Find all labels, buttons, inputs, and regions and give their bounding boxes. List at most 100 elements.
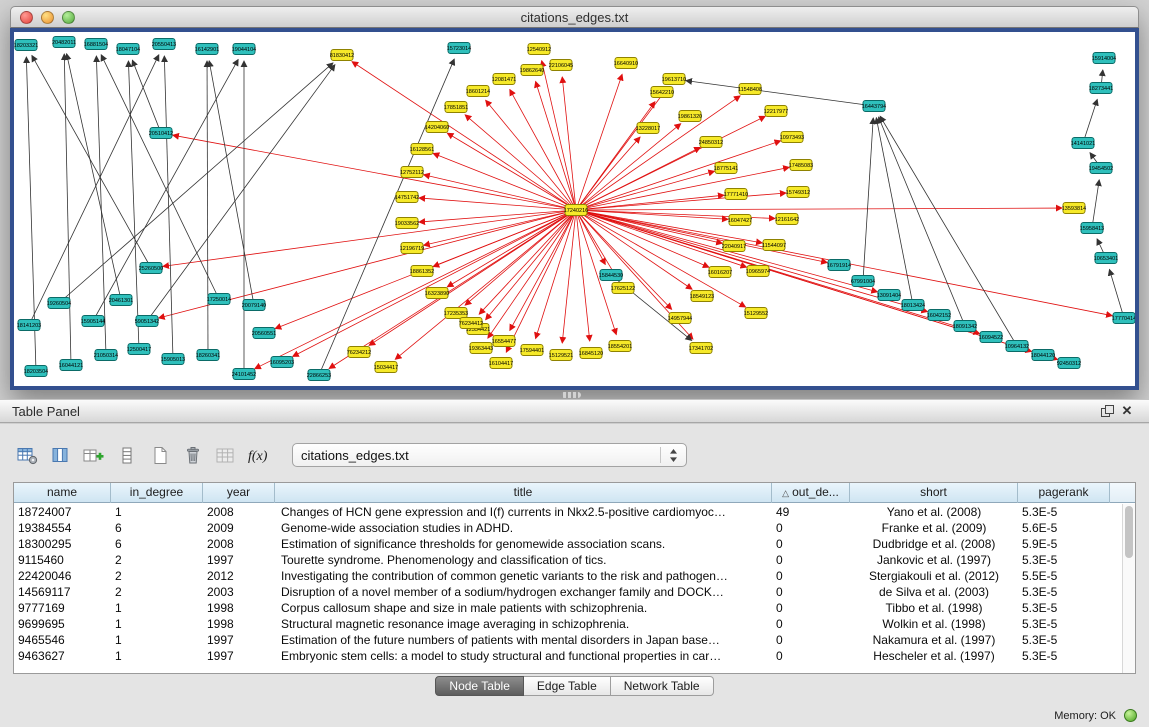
graph-node[interactable]: 19363443	[469, 343, 493, 354]
graph-node[interactable]: 20079140	[242, 300, 266, 311]
graph-node[interactable]: 13091404	[877, 290, 901, 301]
graph-node[interactable]: 17485083	[789, 160, 813, 171]
graph-node[interactable]: 76234212	[347, 347, 371, 358]
graph-node[interactable]: 12540912	[527, 44, 551, 55]
graph-node[interactable]: 17851851	[444, 102, 468, 113]
table-row[interactable]: 946554611997Estimation of the future num…	[14, 632, 1135, 648]
graph-node[interactable]: 16791914	[827, 260, 851, 271]
graph-node[interactable]: 18203321	[14, 40, 38, 51]
graph-node[interactable]: 15844530	[599, 270, 623, 281]
network-canvas[interactable]: 17240216 22106045 19862640 1208147118601214…	[14, 32, 1135, 386]
graph-node[interactable]: 16881504	[84, 39, 108, 50]
graph-node[interactable]: 18013424	[901, 300, 925, 311]
graph-node[interactable]: 22106045	[549, 60, 573, 71]
graph-node[interactable]: 20461301	[109, 295, 133, 306]
column-settings-icon[interactable]	[14, 442, 41, 469]
graph-node[interactable]: 16443794	[862, 101, 886, 112]
graph-node[interactable]: 18273441	[1089, 83, 1113, 94]
graph-node[interactable]: 18601214	[466, 86, 490, 97]
graph-node[interactable]: 14751742	[395, 192, 419, 203]
graph-node[interactable]: 15958413	[1080, 223, 1104, 234]
rows-icon[interactable]	[113, 442, 140, 469]
graph-node[interactable]: 18554201	[608, 341, 632, 352]
graph-node[interactable]: 21050314	[94, 350, 118, 361]
table-disabled-icon[interactable]	[212, 442, 239, 469]
graph-node[interactable]: 17240216	[564, 205, 588, 216]
column-header-year[interactable]: year	[203, 483, 275, 503]
graph-node[interactable]: 19862640	[520, 65, 544, 76]
table-row[interactable]: 911546021997Tourette syndrome. Phenomeno…	[14, 552, 1135, 568]
function-icon[interactable]: f(x)	[245, 442, 272, 469]
graph-node[interactable]: 18260341	[196, 350, 220, 361]
graph-node[interactable]: 13228017	[636, 123, 660, 134]
graph-node[interactable]: 16640910	[614, 58, 638, 69]
graph-node[interactable]: 15914004	[1092, 53, 1116, 64]
graph-node[interactable]: 18044120	[1031, 350, 1055, 361]
graph-node[interactable]: 15642210	[650, 87, 674, 98]
graph-node[interactable]: 16095203	[270, 357, 294, 368]
graph-node[interactable]: 17594401	[520, 345, 544, 356]
graph-node[interactable]: 19613710	[662, 74, 686, 85]
column-header-title[interactable]: title	[275, 483, 772, 503]
network-select-dropdown[interactable]: citations_edges.txt	[292, 443, 687, 467]
graph-node[interactable]: 17250014	[207, 294, 231, 305]
graph-node[interactable]: 13593814	[1062, 203, 1086, 214]
graph-node[interactable]: 17771410	[724, 189, 748, 200]
graph-node[interactable]: 20482011	[52, 37, 76, 48]
graph-node[interactable]: 17770414	[1112, 313, 1135, 324]
graph-node[interactable]: 16142901	[195, 44, 219, 55]
column-header-out_degree[interactable]: △out_de...	[772, 483, 850, 503]
graph-node[interactable]: 14141021	[1071, 138, 1095, 149]
new-document-icon[interactable]	[146, 442, 173, 469]
graph-node[interactable]: 24850312	[699, 137, 723, 148]
graph-node[interactable]: 19033562	[395, 218, 419, 229]
graph-node[interactable]: 12752112	[400, 167, 424, 178]
close-window-button[interactable]	[20, 11, 33, 24]
graph-node[interactable]: 20550413	[152, 39, 176, 50]
graph-node[interactable]: 15905013	[161, 354, 185, 365]
graph-node[interactable]: 15723014	[447, 43, 471, 54]
delete-icon[interactable]	[179, 442, 206, 469]
scrollbar-thumb[interactable]	[1125, 506, 1133, 558]
minimize-window-button[interactable]	[41, 11, 54, 24]
graph-node[interactable]: 16323890	[425, 288, 449, 299]
zoom-window-button[interactable]	[62, 11, 75, 24]
graph-node[interactable]: 10653401	[1094, 253, 1118, 264]
graph-node[interactable]: 16845120	[579, 348, 603, 359]
graph-node[interactable]: 67991004	[851, 276, 875, 287]
splitter-grip[interactable]	[561, 392, 581, 398]
column-header-short[interactable]: short	[850, 483, 1018, 503]
float-panel-icon[interactable]	[1097, 402, 1117, 420]
column-header-name[interactable]: name	[14, 483, 111, 503]
graph-node[interactable]: 20560551	[252, 328, 276, 339]
graph-node[interactable]: 59051342	[135, 316, 159, 327]
graph-node[interactable]: 12196719	[400, 243, 424, 254]
graph-node[interactable]: 18861352	[410, 266, 434, 277]
close-panel-icon[interactable]: ✕	[1117, 402, 1137, 420]
tab-node-table[interactable]: Node Table	[435, 676, 524, 696]
graph-node[interactable]: 22040917	[722, 241, 746, 252]
graph-node[interactable]: 19454502	[1089, 163, 1113, 174]
graph-node[interactable]: 18775141	[714, 163, 738, 174]
graph-node[interactable]: 10964132	[1005, 341, 1029, 352]
graph-node[interactable]: 18141203	[17, 320, 41, 331]
import-table-icon[interactable]	[80, 442, 107, 469]
graph-node[interactable]: 14204060	[425, 122, 449, 133]
graph-node[interactable]: 20510412	[149, 128, 173, 139]
graph-node[interactable]: 92450312	[1057, 358, 1081, 369]
table-row[interactable]: 1938455462009Genome-wide association stu…	[14, 520, 1135, 536]
graph-node[interactable]: 12081471	[492, 74, 516, 85]
graph-node[interactable]: 16047427	[728, 215, 752, 226]
graph-node[interactable]: 10973493	[780, 132, 804, 143]
graph-node[interactable]: 22866253	[307, 370, 331, 381]
graph-node[interactable]: 17341702	[689, 343, 713, 354]
graph-node[interactable]: 15905144	[81, 316, 105, 327]
graph-node[interactable]: 11548408	[738, 84, 762, 95]
graph-node[interactable]: 16094522	[979, 332, 1003, 343]
table-row[interactable]: 969969511998Structural magnetic resonanc…	[14, 616, 1135, 632]
graph-node[interactable]: 16044121	[59, 360, 83, 371]
table-row[interactable]: 946362711997Embryonic stem cells: a mode…	[14, 648, 1135, 664]
graph-node[interactable]: 15129521	[549, 350, 573, 361]
graph-node[interactable]: 15034417	[374, 362, 398, 373]
graph-node[interactable]: 14957944	[668, 313, 692, 324]
